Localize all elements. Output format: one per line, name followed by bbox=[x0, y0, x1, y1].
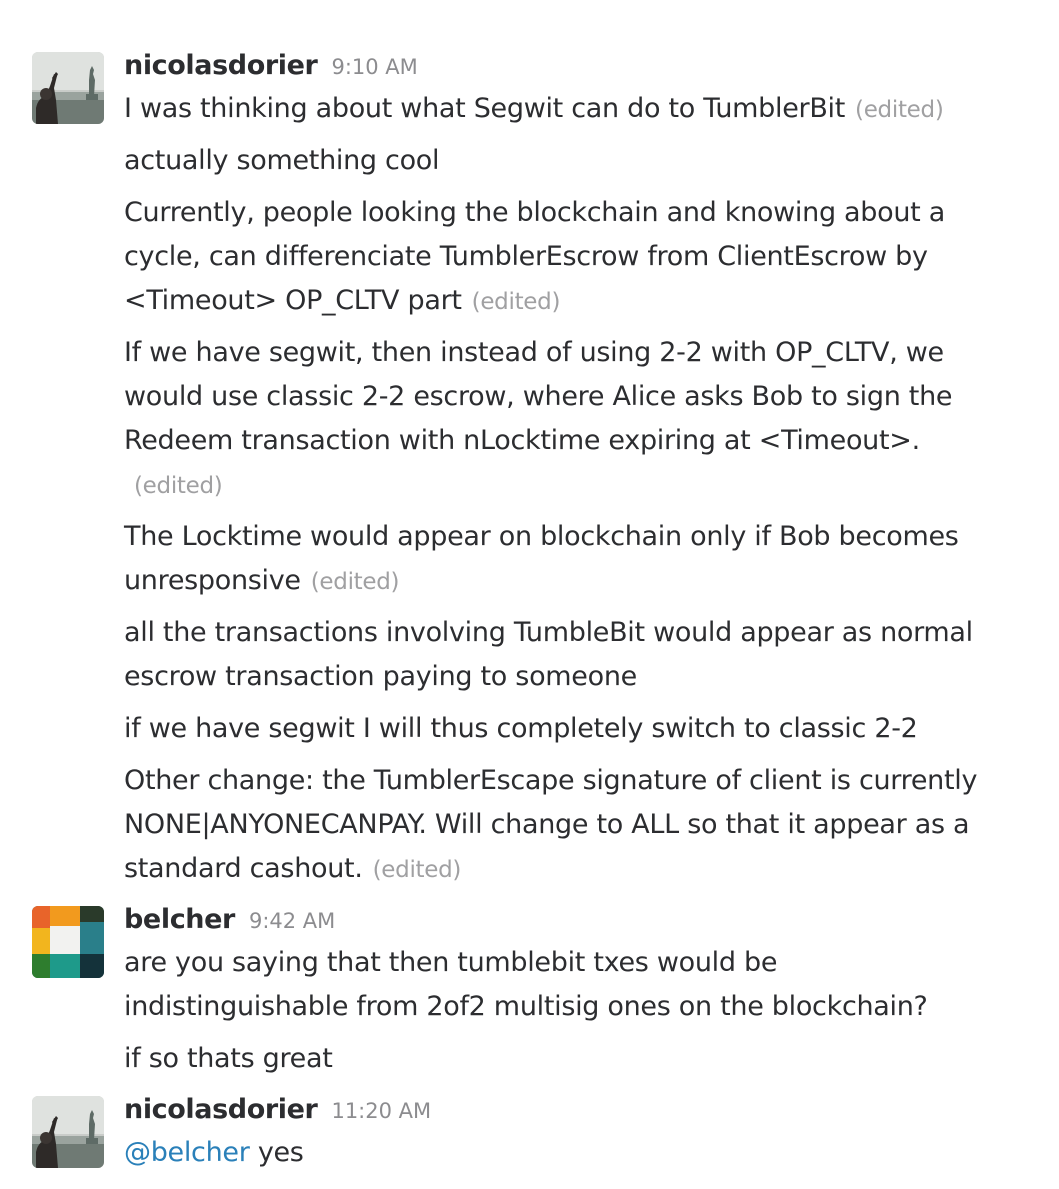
avatar[interactable] bbox=[32, 906, 104, 978]
avatar[interactable] bbox=[32, 52, 104, 124]
message-text: if so thats great bbox=[124, 1037, 1004, 1081]
message-text: all the transactions involving TumbleBit… bbox=[124, 611, 1004, 699]
message-body: actually something cool bbox=[124, 145, 440, 176]
sender-name[interactable]: belcher bbox=[124, 904, 235, 935]
message-text: If we have segwit, then instead of using… bbox=[124, 331, 1004, 508]
sender-name[interactable]: nicolasdorier bbox=[124, 50, 318, 81]
message-text: I was thinking about what Segwit can do … bbox=[124, 87, 1004, 132]
message-timestamp[interactable]: 11:20 AM bbox=[331, 1099, 431, 1123]
message-text: Other change: the TumblerEscape signatur… bbox=[124, 759, 1004, 892]
statue-of-liberty-photo-avatar-icon bbox=[32, 1096, 104, 1168]
statue-of-liberty-photo-avatar-icon bbox=[32, 52, 104, 124]
edited-label: (edited) bbox=[855, 97, 944, 123]
edited-label: (edited) bbox=[134, 473, 223, 499]
avatar[interactable] bbox=[32, 1096, 104, 1168]
message-text: The Locktime would appear on blockchain … bbox=[124, 515, 1004, 604]
message-timestamp[interactable]: 9:10 AM bbox=[331, 55, 417, 79]
edited-label: (edited) bbox=[471, 289, 561, 315]
message-text: if we have segwit I will thus completely… bbox=[124, 707, 1004, 751]
message-body: The Locktime would appear on blockchain … bbox=[124, 521, 959, 596]
message-body: all the transactions involving TumbleBit… bbox=[124, 617, 973, 692]
message-body: if so thats great bbox=[124, 1043, 333, 1074]
message-text: actually something cool bbox=[124, 139, 1004, 183]
message-text: @belcher yes bbox=[124, 1131, 1004, 1175]
edited-label: (edited) bbox=[372, 857, 462, 883]
message-body: Other change: the TumblerEscape signatur… bbox=[124, 765, 978, 884]
message-body: If we have segwit, then instead of using… bbox=[124, 337, 953, 456]
edited-label: (edited) bbox=[310, 569, 400, 595]
colorful-mosaic-avatar-icon bbox=[32, 906, 104, 978]
sender-name[interactable]: nicolasdorier bbox=[124, 1094, 318, 1125]
user-mention-link[interactable]: @belcher bbox=[124, 1137, 250, 1168]
message-timestamp[interactable]: 9:42 AM bbox=[249, 909, 335, 933]
message-body: I was thinking about what Segwit can do … bbox=[124, 93, 846, 124]
message-body: are you saying that then tumblebit txes … bbox=[124, 947, 928, 1022]
message-text: are you saying that then tumblebit txes … bbox=[124, 941, 1004, 1029]
message-body: yes bbox=[249, 1137, 304, 1168]
message-body: if we have segwit I will thus completely… bbox=[124, 713, 918, 744]
message-text: Currently, people looking the blockchain… bbox=[124, 191, 1004, 324]
